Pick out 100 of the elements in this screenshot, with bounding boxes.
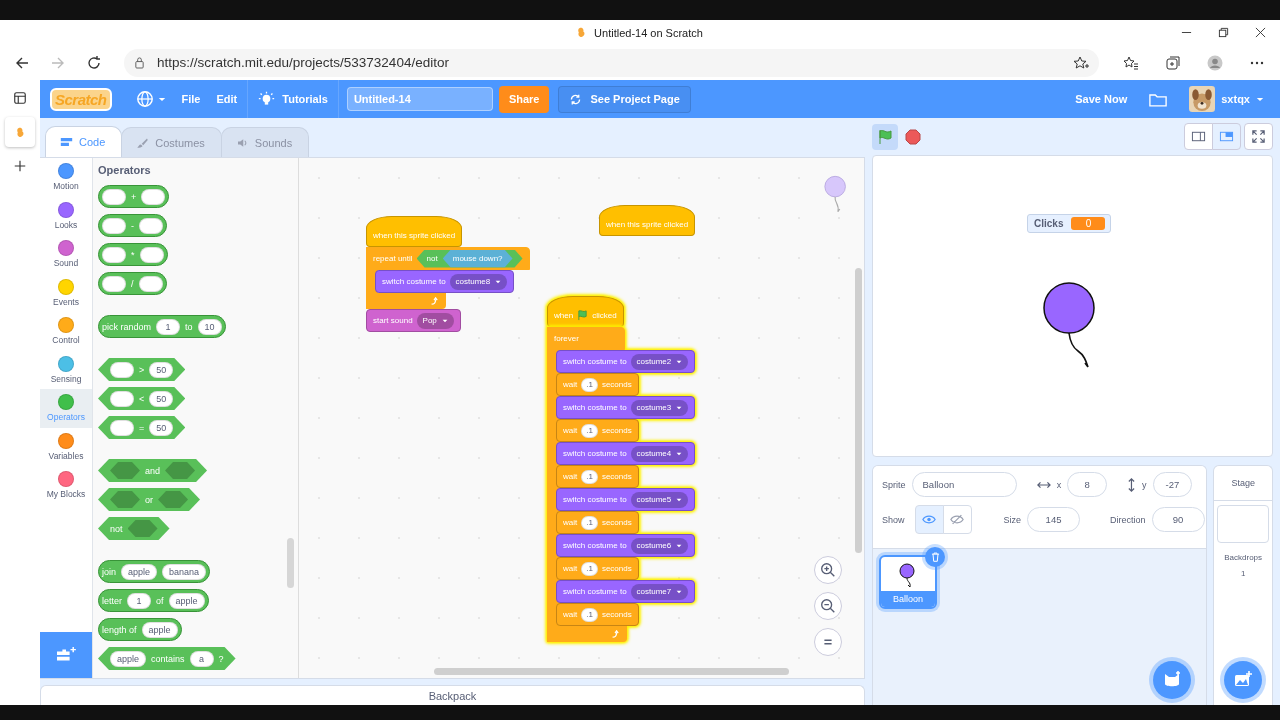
- stack-block[interactable]: start sound Pop: [366, 309, 461, 332]
- operator-block[interactable]: apple contains a ?: [98, 647, 236, 670]
- scrollbar[interactable]: [855, 268, 862, 553]
- normal-stage-button[interactable]: [1212, 123, 1241, 150]
- stack-block[interactable]: switch costume to costume2: [556, 350, 696, 373]
- empty-slot[interactable]: [110, 462, 140, 479]
- add-extension-button[interactable]: [40, 632, 92, 678]
- empty-slot[interactable]: [127, 520, 158, 537]
- close-icon[interactable]: [1255, 27, 1266, 38]
- category-button[interactable]: Motion: [40, 158, 92, 197]
- plus-icon[interactable]: [13, 159, 27, 173]
- block-input[interactable]: [141, 188, 166, 205]
- profile-icon[interactable]: [1207, 54, 1223, 71]
- block-input[interactable]: [102, 188, 126, 205]
- block-input[interactable]: .1: [581, 561, 598, 576]
- stack-block[interactable]: switch costume to costume3: [556, 396, 696, 419]
- block-input[interactable]: 50: [149, 390, 174, 407]
- block-dropdown[interactable]: Pop: [416, 312, 454, 329]
- full-screen-button[interactable]: [1244, 123, 1273, 150]
- stack-block[interactable]: wait .1 seconds: [556, 603, 639, 626]
- block-input[interactable]: [102, 217, 126, 234]
- block-dropdown[interactable]: costume7: [630, 583, 689, 600]
- stack-block[interactable]: wait .1 seconds: [556, 557, 639, 580]
- block-dropdown[interactable]: costume6: [630, 537, 689, 554]
- stack-block[interactable]: switch costume to costume6: [556, 534, 696, 557]
- category-button[interactable]: Control: [40, 312, 92, 351]
- block-input[interactable]: apple: [168, 592, 205, 609]
- operator-block[interactable]: letter 1 of apple: [98, 589, 209, 612]
- backdrop-thumbnail[interactable]: [1217, 505, 1270, 543]
- operator-block[interactable]: > 50: [98, 358, 186, 381]
- block-input[interactable]: [110, 361, 134, 378]
- flag-button[interactable]: [872, 123, 898, 150]
- block-dropdown[interactable]: costume2: [630, 353, 689, 370]
- add-sprite-button[interactable]: [1153, 661, 1192, 699]
- block-input[interactable]: .1: [581, 607, 598, 622]
- operator-block[interactable]: < 50: [98, 387, 186, 410]
- reload-icon[interactable]: [86, 54, 102, 71]
- block-input[interactable]: .1: [581, 515, 598, 530]
- stack-block[interactable]: wait .1 seconds: [556, 511, 639, 534]
- block-input[interactable]: 50: [149, 419, 174, 436]
- block-input[interactable]: 1: [156, 318, 181, 335]
- category-button[interactable]: Looks: [40, 196, 92, 235]
- category-button[interactable]: Events: [40, 273, 92, 312]
- block-input[interactable]: .1: [581, 469, 598, 484]
- address-bar[interactable]: https://scratch.mit.edu/projects/533732404/editor: [124, 48, 1099, 77]
- block-dropdown[interactable]: costume3: [630, 399, 689, 416]
- block-dropdown[interactable]: costume8: [449, 273, 508, 290]
- block-input[interactable]: [102, 246, 126, 263]
- block-input[interactable]: [110, 390, 134, 407]
- empty-slot[interactable]: [158, 491, 188, 508]
- block-input[interactable]: apple: [110, 650, 147, 667]
- block-dropdown[interactable]: costume4: [630, 445, 689, 462]
- block-input[interactable]: a: [189, 650, 214, 667]
- add-favorite-icon[interactable]: [1073, 54, 1089, 71]
- tab-actions-icon[interactable]: [13, 91, 27, 105]
- category-button[interactable]: My Blocks: [40, 466, 92, 505]
- hide-button[interactable]: [942, 505, 972, 534]
- scrollbar[interactable]: [287, 538, 294, 588]
- block-input[interactable]: apple: [141, 621, 178, 638]
- block-input[interactable]: 10: [197, 318, 222, 335]
- block-input[interactable]: [139, 217, 163, 234]
- zoom-reset-button[interactable]: [814, 628, 842, 656]
- loop-block[interactable]: [547, 327, 696, 642]
- block-input[interactable]: 1: [127, 592, 151, 609]
- operator-block[interactable]: length of apple: [98, 618, 182, 641]
- backpack-bar[interactable]: Backpack: [40, 685, 865, 705]
- stack-block[interactable]: wait .1 seconds: [556, 373, 639, 396]
- block-input[interactable]: 50: [149, 361, 174, 378]
- empty-slot[interactable]: [110, 491, 140, 508]
- loop-block[interactable]: repeat until not mouse down? switch costume to costume8: [366, 247, 530, 309]
- zoom-in-button[interactable]: [814, 556, 842, 584]
- block-dropdown[interactable]: costume5: [630, 491, 689, 508]
- scrollbar[interactable]: [434, 668, 789, 675]
- category-button[interactable]: Sensing: [40, 350, 92, 389]
- maximize-icon[interactable]: [1218, 27, 1229, 38]
- show-button[interactable]: [914, 505, 944, 534]
- empty-slot[interactable]: [165, 462, 196, 479]
- operator-block[interactable]: = 50: [98, 416, 186, 439]
- operator-block[interactable]: join apple banana: [98, 560, 211, 583]
- block-input[interactable]: banana: [162, 563, 207, 580]
- block-input[interactable]: [138, 275, 163, 292]
- delete-button[interactable]: [925, 547, 945, 567]
- stack-block[interactable]: wait .1 seconds: [556, 465, 639, 488]
- block-input[interactable]: .1: [581, 423, 598, 438]
- collections-icon[interactable]: [1165, 54, 1181, 71]
- add-backdrop-button[interactable]: [1224, 661, 1263, 699]
- favorites-icon[interactable]: [1123, 54, 1139, 71]
- stack-block[interactable]: switch costume to costume5: [556, 488, 696, 511]
- stack-block[interactable]: switch costume to costume4: [556, 442, 696, 465]
- folder-icon[interactable]: [1149, 91, 1168, 107]
- category-button[interactable]: Variables: [40, 427, 92, 466]
- block-input[interactable]: [102, 275, 126, 292]
- block-input[interactable]: .1: [581, 377, 598, 392]
- stack-block[interactable]: wait .1 seconds: [556, 419, 639, 442]
- stage[interactable]: Clicks 0: [872, 155, 1273, 457]
- small-stage-button[interactable]: [1184, 123, 1213, 150]
- category-button[interactable]: Sound: [40, 235, 92, 274]
- block-input[interactable]: apple: [121, 563, 158, 580]
- stack-block[interactable]: switch costume to costume8: [375, 270, 515, 293]
- block-input[interactable]: [110, 419, 134, 436]
